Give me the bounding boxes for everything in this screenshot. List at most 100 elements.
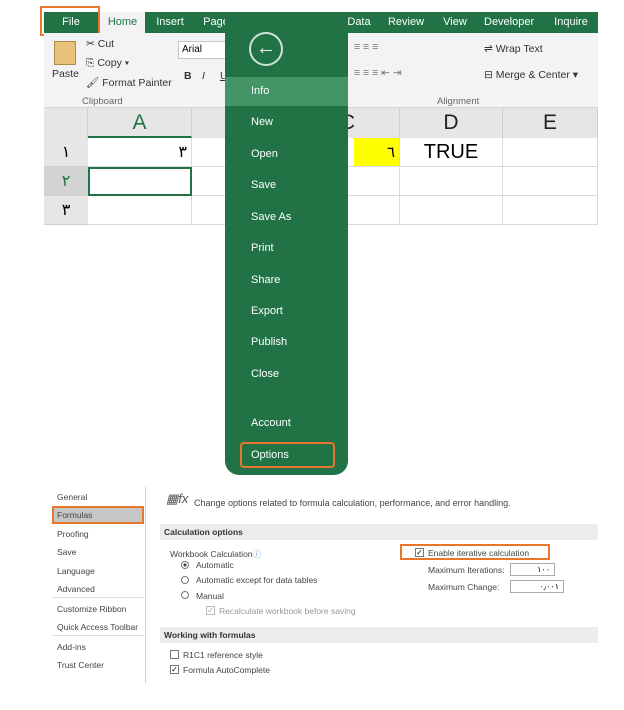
nav-proofing[interactable]: Proofing [52, 525, 144, 543]
menu-info[interactable]: Info [225, 77, 348, 106]
nav-trust-center[interactable]: Trust Center [52, 656, 144, 674]
radio-manual[interactable] [181, 591, 189, 599]
menu-open[interactable]: Open [225, 140, 348, 169]
align-left-icon[interactable]: ≡ ≡ ≡ ⇤ ⇥ [354, 67, 402, 79]
iterative-checkbox[interactable]: ✓ [415, 548, 424, 557]
formula-fx-icon: ▦fx [166, 491, 189, 506]
r1c1-label: R1C1 reference style [183, 650, 263, 660]
radio-automatic-except[interactable] [181, 576, 189, 584]
column-header-e[interactable]: E [503, 108, 598, 138]
merge-center-label: Merge & Center [495, 69, 570, 81]
calculation-options-section: Calculation options [160, 524, 598, 540]
merge-icon: ⊟ [484, 69, 493, 81]
cut-label: Cut [97, 38, 115, 50]
cell-e1[interactable] [503, 138, 598, 167]
r1c1-checkbox[interactable] [170, 650, 179, 659]
iterative-label: Enable iterative calculation [428, 548, 530, 558]
menu-close[interactable]: Close [225, 360, 348, 389]
cell-a2-selected[interactable] [88, 167, 192, 196]
max-change-input[interactable]: ٠٫٠٠١ [510, 580, 564, 593]
working-with-formulas-section: Working with formulas [160, 627, 598, 643]
wrap-text-icon: ⇌ [484, 43, 493, 55]
column-header-a[interactable]: A [88, 108, 192, 138]
column-header-d[interactable]: D [400, 108, 503, 138]
tab-data[interactable]: Data [344, 12, 374, 33]
row-header-3[interactable]: ٣ [44, 196, 88, 225]
recalc-checkbox[interactable]: ✓ [206, 606, 215, 615]
nav-general[interactable]: General [52, 488, 144, 506]
format-painter-button[interactable]: 🖌 Format Painter [86, 76, 172, 89]
workbook-calculation-text: Workbook Calculation [170, 549, 253, 559]
recalc-label: Recalculate workbook before saving [219, 606, 356, 616]
nav-customize-ribbon[interactable]: Customize Ribbon [52, 600, 144, 618]
tab-home[interactable]: Home [100, 12, 145, 33]
max-iterations-label: Maximum Iterations: [428, 565, 505, 575]
options-highlight [240, 442, 335, 468]
info-icon: ⓘ [252, 549, 262, 559]
tab-review[interactable]: Review [386, 12, 426, 33]
tab-view[interactable]: View [440, 12, 470, 33]
copy-icon: ⎘ [86, 57, 95, 69]
backstage-menu: ← Info New Open Save Save As Print Share… [225, 12, 348, 475]
nav-formulas[interactable]: Formulas [52, 506, 144, 524]
menu-account[interactable]: Account [225, 409, 348, 438]
italic-button[interactable]: I [202, 70, 205, 82]
wrap-text-label: Wrap Text [495, 43, 543, 55]
brush-icon: 🖌 [86, 77, 100, 89]
menu-save-as[interactable]: Save As [225, 203, 348, 232]
merge-center-button[interactable]: ⊟ Merge & Center ▾ [484, 69, 578, 81]
paste-icon [54, 41, 76, 65]
row-header-1[interactable]: ١ [44, 138, 88, 167]
cell-a3[interactable] [88, 196, 192, 225]
manual-label: Manual [196, 591, 224, 601]
file-highlight [40, 6, 100, 36]
menu-save[interactable]: Save [225, 171, 348, 200]
tab-developer[interactable]: Developer [484, 12, 534, 33]
copy-label: Copy [97, 57, 122, 69]
nav-advanced[interactable]: Advanced [52, 580, 144, 598]
workbook-calculation-label: Workbook Calculationⓘ [170, 548, 261, 560]
cell-d3[interactable] [400, 196, 503, 225]
options-header-text: Change options related to formula calcul… [194, 498, 511, 508]
select-all-corner[interactable] [44, 108, 88, 138]
nav-language[interactable]: Language [52, 562, 144, 580]
menu-share[interactable]: Share [225, 266, 348, 295]
max-iterations-input[interactable]: ١٠٠ [510, 563, 555, 576]
alignment-group-label: Alignment [437, 96, 480, 107]
paste-button[interactable]: Paste [52, 68, 79, 80]
cell-a1[interactable]: ٣ [88, 138, 192, 167]
tab-inquire[interactable]: Inquire [548, 12, 594, 33]
autocomplete-checkbox[interactable]: ✓ [170, 665, 179, 674]
row-header-2[interactable]: ٢ [44, 167, 88, 196]
nav-add-ins[interactable]: Add-ins [52, 638, 144, 656]
back-arrow-icon[interactable]: ← [249, 32, 283, 66]
cell-e3[interactable] [503, 196, 598, 225]
cell-d1[interactable]: TRUE [400, 138, 503, 167]
align-top-icon[interactable]: ≡ ≡ ≡ [354, 41, 378, 53]
scissors-icon: ✂ [86, 38, 95, 50]
automatic-except-label: Automatic except for data tables [196, 575, 318, 585]
menu-print[interactable]: Print [225, 234, 348, 263]
clipboard-group-label: Clipboard [82, 96, 123, 107]
autocomplete-label: Formula AutoComplete [183, 665, 270, 675]
excel-options: General Formulas Proofing Save Language … [44, 487, 598, 683]
menu-export[interactable]: Export [225, 297, 348, 326]
cell-c1[interactable]: ٦ [354, 138, 400, 167]
cell-e2[interactable] [503, 167, 598, 196]
wrap-text-button[interactable]: ⇌ Wrap Text [484, 43, 543, 55]
menu-new[interactable]: New [225, 108, 348, 137]
menu-publish[interactable]: Publish [225, 328, 348, 357]
cell-d2[interactable] [400, 167, 503, 196]
copy-button[interactable]: ⎘ Copy ▾ [86, 57, 129, 70]
nav-save[interactable]: Save [52, 543, 144, 561]
tab-insert[interactable]: Insert [148, 12, 192, 33]
font-name-input[interactable]: Arial [178, 41, 228, 59]
max-change-label: Maximum Change: [428, 582, 500, 592]
nav-quick-access-toolbar[interactable]: Quick Access Toolbar [52, 618, 144, 636]
cut-button[interactable]: ✂ Cut [86, 38, 114, 50]
format-painter-label: Format Painter [102, 77, 172, 89]
bold-button[interactable]: B [184, 70, 192, 82]
options-nav: General Formulas Proofing Save Language … [50, 487, 146, 683]
radio-automatic[interactable] [181, 561, 189, 569]
automatic-label: Automatic [196, 560, 234, 570]
